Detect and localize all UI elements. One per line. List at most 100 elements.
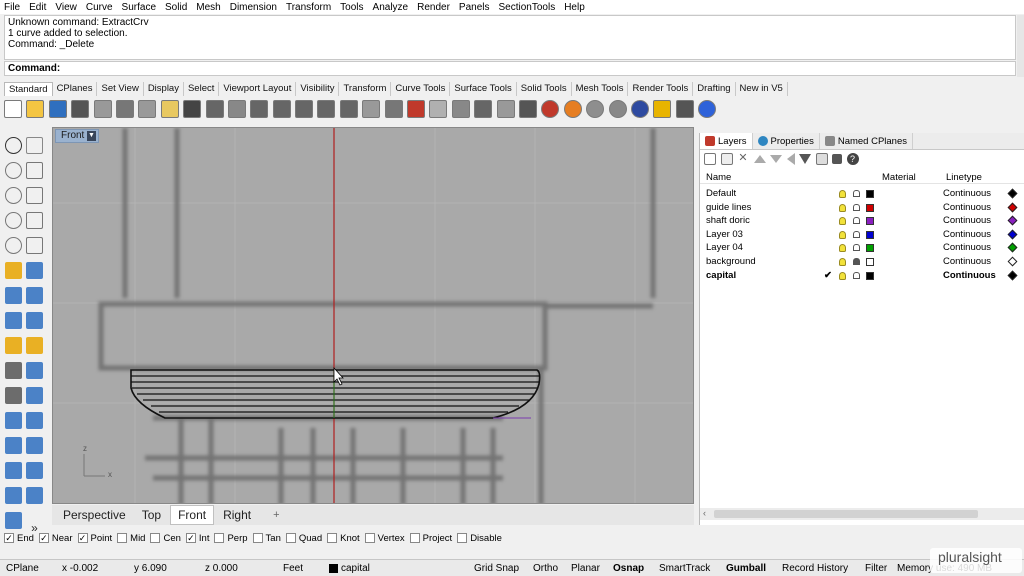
command-scrollbar[interactable] [1017, 15, 1024, 77]
smarttrack-toggle[interactable]: SmartTrack [659, 563, 710, 574]
layer-row[interactable]: Default Continuous [700, 187, 1024, 201]
cut-icon[interactable] [115, 100, 134, 118]
wrench-icon[interactable] [832, 154, 842, 164]
osnap-near[interactable]: ✓ Near [38, 533, 73, 544]
tab-viewport-layout[interactable]: Viewport Layout [219, 82, 297, 96]
current-layer-check[interactable]: ✔ [824, 270, 832, 281]
layer-row[interactable]: background Continuous [700, 255, 1024, 269]
box-icon[interactable] [5, 287, 22, 304]
import-icon[interactable] [93, 100, 112, 118]
checkbox[interactable] [409, 533, 420, 543]
layer-row[interactable]: shaft doric Continuous [700, 214, 1024, 228]
lock-icon[interactable] [518, 100, 537, 118]
print-color-icon[interactable] [1007, 188, 1018, 199]
split-icon[interactable] [26, 362, 43, 379]
help-icon[interactable]: ? [846, 153, 859, 165]
tab-properties[interactable]: Properties [753, 133, 820, 149]
print-color-icon[interactable] [1007, 242, 1018, 253]
layer-color-swatch[interactable] [866, 230, 874, 239]
viewport-front[interactable]: z x Front ▼ [52, 127, 694, 504]
curve-icon[interactable] [26, 162, 43, 179]
move-up-icon[interactable] [753, 155, 766, 163]
osnap-cen[interactable]: Cen [150, 533, 181, 544]
move-icon[interactable] [5, 387, 22, 404]
light-icon[interactable] [474, 100, 493, 118]
osnap-int[interactable]: ✓ Int [185, 533, 209, 544]
menu-render[interactable]: Render [417, 2, 450, 13]
layer-row[interactable]: Layer 03 Continuous [700, 228, 1024, 242]
polygon-icon[interactable] [5, 212, 22, 229]
osnap-quad[interactable]: Quad [285, 533, 322, 544]
rectangle-icon[interactable] [26, 212, 43, 229]
save-icon[interactable] [48, 100, 67, 118]
rotate-view-icon[interactable] [227, 100, 246, 118]
extrude-icon[interactable] [26, 312, 43, 329]
point-icon[interactable] [26, 137, 43, 154]
tab-layers[interactable]: Layers [700, 133, 753, 149]
checkbox[interactable]: ✓ [38, 533, 49, 543]
layer-color-swatch[interactable] [866, 271, 874, 280]
menu-surface[interactable]: Surface [122, 2, 156, 13]
group-icon[interactable] [5, 462, 22, 479]
layer-linetype[interactable]: Continuous [943, 215, 991, 226]
tab-named-cplanes[interactable]: Named CPlanes [820, 133, 913, 149]
material-icon[interactable] [608, 100, 627, 118]
checkbox[interactable]: ✓ [185, 533, 196, 543]
tab-select[interactable]: Select [184, 82, 220, 96]
print-color-icon[interactable] [1007, 256, 1018, 267]
osnap-knot[interactable]: Knot [327, 533, 360, 544]
delete-icon[interactable]: ✕ [737, 153, 749, 165]
osnap-project[interactable]: Project [409, 533, 452, 544]
checkbox[interactable] [364, 533, 375, 543]
print-color-icon[interactable] [1007, 270, 1018, 281]
layer-linetype[interactable]: Continuous [943, 229, 991, 240]
tab-curve-tools[interactable]: Curve Tools [391, 82, 451, 96]
surface-icon[interactable] [5, 262, 22, 279]
viewport-title[interactable]: Front ▼ [55, 129, 99, 143]
checkbox[interactable]: ✓ [4, 533, 14, 543]
copy-icon[interactable] [138, 100, 157, 118]
tab-display[interactable]: Display [144, 82, 184, 96]
osnap-toggle[interactable]: Osnap [613, 563, 644, 574]
menu-solid[interactable]: Solid [165, 2, 187, 13]
lightbulb-icon[interactable] [839, 217, 846, 226]
layer-name[interactable]: Layer 04 [706, 242, 743, 253]
move-down-icon[interactable] [770, 155, 782, 163]
grid-icon[interactable] [384, 100, 403, 118]
print-icon[interactable] [71, 100, 90, 118]
boolean-icon[interactable] [5, 362, 22, 379]
lightbulb-icon[interactable] [839, 271, 846, 280]
pan-icon[interactable] [205, 100, 224, 118]
select-icon[interactable] [362, 100, 381, 118]
ellipse-icon[interactable] [26, 187, 43, 204]
osnap-tan[interactable]: Tan [252, 533, 281, 544]
command-input[interactable]: Command: [4, 61, 1016, 76]
current-layer-status[interactable]: capital [329, 563, 370, 574]
grid-snap-toggle[interactable]: Grid Snap [474, 563, 519, 574]
tab-solid-tools[interactable]: Solid Tools [517, 82, 572, 96]
scale-icon[interactable] [5, 437, 22, 454]
checkbox[interactable] [327, 533, 338, 543]
spotlight-icon[interactable] [653, 100, 672, 118]
viewport-canvas[interactable] [53, 128, 694, 504]
circle-icon[interactable] [5, 187, 22, 204]
checkbox[interactable] [252, 533, 263, 543]
print-color-icon[interactable] [1007, 215, 1018, 226]
fillet-icon[interactable] [26, 237, 43, 254]
layer-name[interactable]: Layer 03 [706, 229, 743, 240]
layer-linetype[interactable]: Continuous [943, 202, 991, 213]
unlock-icon[interactable] [853, 203, 860, 211]
text-icon[interactable] [5, 512, 22, 529]
layer-color-swatch[interactable] [866, 190, 874, 198]
scroll-thumb[interactable] [714, 510, 978, 518]
menu-help[interactable]: Help [564, 2, 585, 13]
osnap-disable[interactable]: Disable [457, 533, 502, 544]
cube-icon[interactable] [496, 100, 515, 118]
help-icon[interactable] [698, 100, 717, 118]
cplane-status[interactable]: CPlane [6, 563, 39, 574]
move-left-icon[interactable] [786, 153, 795, 165]
layer-name[interactable]: Default [706, 188, 736, 199]
scroll-left-icon[interactable]: ‹ [703, 508, 706, 518]
layer-name[interactable]: capital [706, 270, 736, 281]
checkbox[interactable] [150, 533, 161, 543]
